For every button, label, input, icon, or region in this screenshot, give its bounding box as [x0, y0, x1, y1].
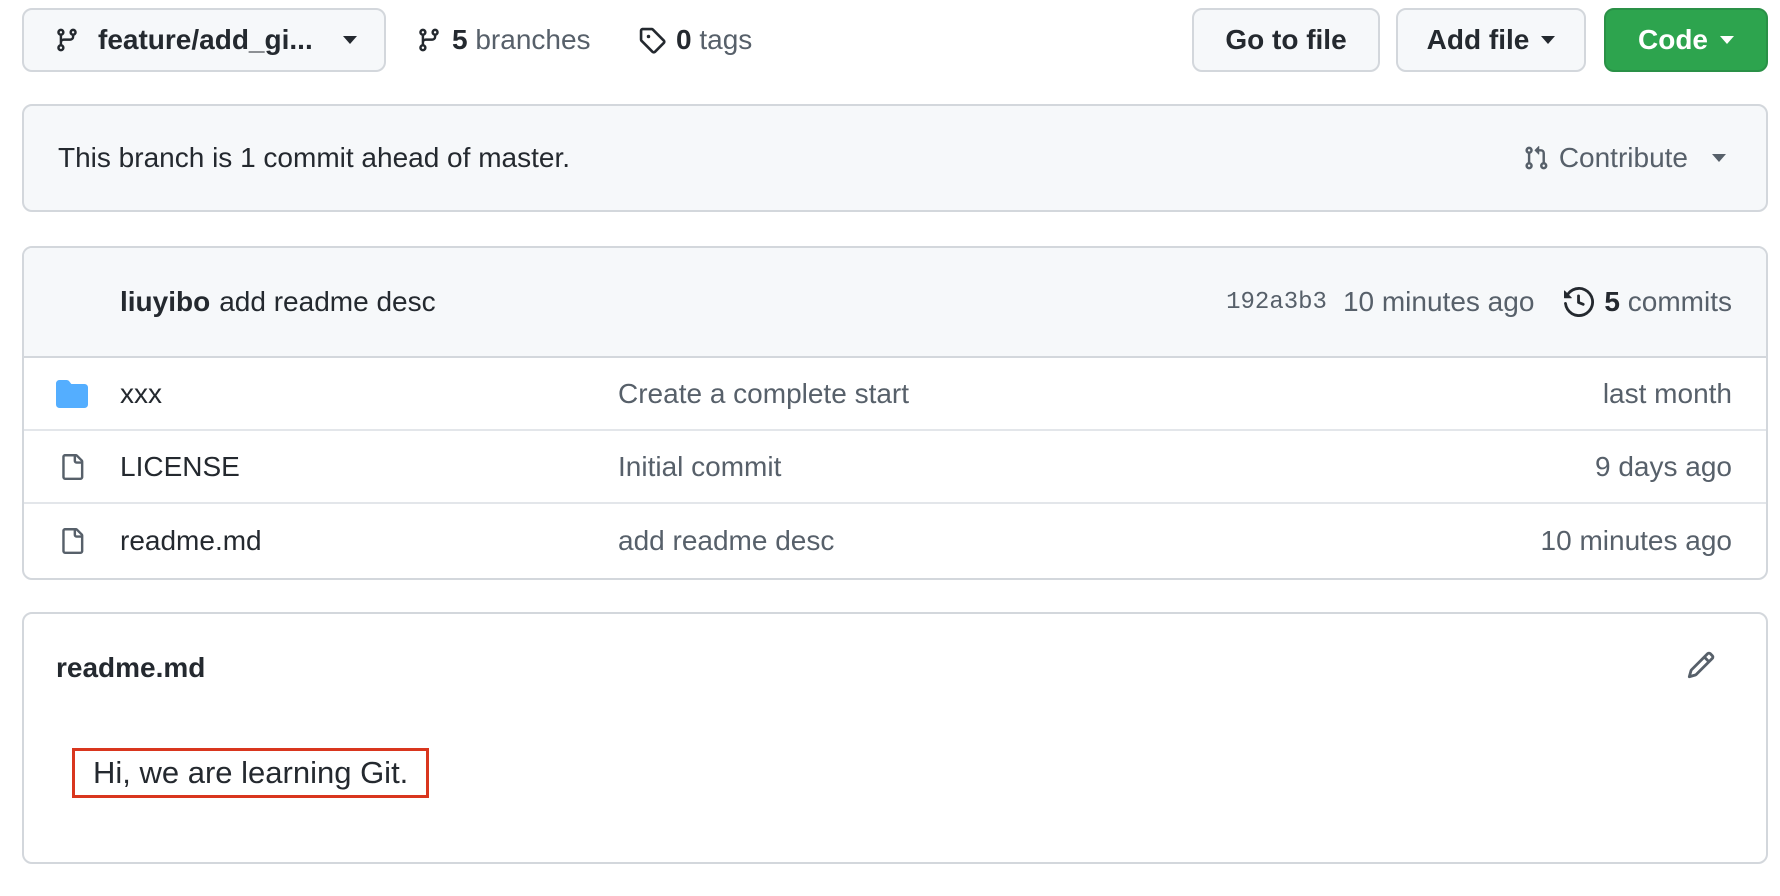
branch-select-button[interactable]: feature/add_gi... — [22, 8, 386, 72]
file-row-readme[interactable]: readme.md add readme desc 10 minutes ago — [24, 504, 1766, 577]
file-name[interactable]: xxx — [120, 378, 162, 410]
latest-commit-header: liuyibo add readme desc 192a3b3 10 minut… — [24, 248, 1766, 358]
file-icon — [54, 525, 90, 557]
file-commit-message[interactable]: Initial commit — [618, 451, 781, 483]
file-row-license[interactable]: LICENSE Initial commit 9 days ago — [24, 431, 1766, 504]
go-to-file-button[interactable]: Go to file — [1192, 8, 1380, 72]
branches-label: branches — [475, 24, 591, 55]
branch-name: feature/add_gi... — [98, 24, 313, 55]
file-row-xxx[interactable]: xxx Create a complete start last month — [24, 358, 1766, 431]
file-age: 9 days ago — [1595, 450, 1732, 482]
commit-time: 10 minutes ago — [1342, 286, 1535, 317]
file-icon — [54, 451, 90, 483]
code-label: Code — [1638, 24, 1708, 55]
git-branch-icon — [419, 28, 439, 52]
readme-panel: readme.md Hi, we are learning Git. — [22, 612, 1768, 864]
contribute-button[interactable]: Contribute — [1523, 142, 1726, 174]
repo-toolbar: feature/add_gi... 5 branches 0 tags Go t… — [22, 8, 1768, 72]
commits-history-link[interactable]: 5 commits — [1564, 286, 1732, 318]
commits-label: commits — [1627, 286, 1732, 317]
branches-link[interactable]: 5 branches — [416, 8, 591, 72]
tags-count: 0 — [676, 24, 692, 55]
contribute-label: Contribute — [1558, 142, 1688, 173]
commit-author[interactable]: liuyibo — [120, 286, 210, 318]
file-age: 10 minutes ago — [1540, 524, 1732, 556]
file-name[interactable]: LICENSE — [120, 451, 240, 483]
tags-link[interactable]: 0 tags — [638, 8, 752, 72]
chevron-down-icon — [342, 36, 357, 44]
pull-request-icon — [1525, 145, 1548, 170]
readme-content-highlight: Hi, we are learning Git. — [72, 748, 430, 798]
file-name[interactable]: readme.md — [120, 525, 262, 557]
branch-ahead-banner: This branch is 1 commit ahead of master.… — [22, 104, 1768, 212]
chevron-down-icon — [1541, 36, 1556, 44]
file-commit-message[interactable]: Create a complete start — [618, 378, 909, 410]
history-icon — [1564, 287, 1595, 317]
commit-message[interactable]: add readme desc — [219, 286, 435, 318]
code-button[interactable]: Code — [1604, 8, 1768, 72]
add-file-label: Add file — [1426, 24, 1530, 55]
commit-sha[interactable]: 192a3b3 — [1226, 289, 1327, 316]
commits-count: 5 — [1604, 286, 1620, 317]
chevron-down-icon — [1720, 36, 1734, 44]
chevron-down-icon — [1712, 154, 1726, 162]
git-branch-icon — [57, 28, 77, 52]
add-file-button[interactable]: Add file — [1396, 8, 1586, 72]
branches-count: 5 — [452, 24, 468, 55]
tag-icon — [639, 27, 666, 54]
go-to-file-label: Go to file — [1225, 24, 1347, 55]
tags-label: tags — [699, 24, 753, 55]
readme-title[interactable]: readme.md — [56, 652, 205, 684]
readme-text: Hi, we are learning Git. — [93, 755, 409, 790]
file-browser: liuyibo add readme desc 192a3b3 10 minut… — [22, 246, 1768, 580]
file-age: last month — [1602, 377, 1732, 409]
file-commit-message[interactable]: add readme desc — [618, 525, 834, 557]
ahead-text: This branch is 1 commit ahead of master. — [58, 142, 570, 173]
pencil-icon[interactable] — [1686, 650, 1716, 685]
folder-icon — [54, 379, 90, 408]
